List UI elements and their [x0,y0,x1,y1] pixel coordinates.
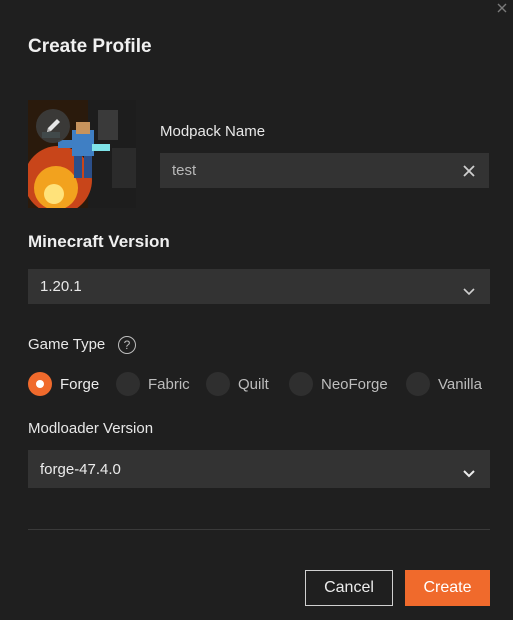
game-type-radio-group: Forge Fabric Quilt NeoForge Vanilla [28,372,498,398]
radio-button[interactable] [289,372,313,396]
radio-button[interactable] [116,372,140,396]
radio-label: NeoForge [321,375,388,393]
create-button[interactable]: Create [405,570,490,606]
radio-label: Quilt [238,375,269,393]
modpack-name-label: Modpack Name [160,123,266,140]
radio-label: Fabric [148,375,190,393]
divider [28,529,490,530]
minecraft-version-select[interactable]: 1.20.1 [28,269,490,304]
radio-vanilla[interactable]: Vanilla [406,372,482,396]
minecraft-version-value: 1.20.1 [40,278,82,295]
radio-label: Forge [60,375,100,393]
radio-neoforge[interactable]: NeoForge [289,372,388,396]
cancel-button[interactable]: Cancel [305,570,393,606]
chevron-down-icon [462,465,476,478]
modloader-version-label: Modloader Version [28,420,154,437]
help-icon[interactable]: ? [118,336,136,354]
radio-fabric[interactable]: Fabric [116,372,190,396]
game-type-label: Game Type [28,336,106,353]
modpack-name-field[interactable]: test [160,153,489,188]
chevron-down-icon [462,283,476,295]
edit-image-button[interactable] [36,109,70,143]
radio-forge[interactable]: Forge [28,372,99,396]
clear-icon[interactable] [461,163,477,179]
dialog-title: Create Profile [28,36,152,57]
radio-button[interactable] [406,372,430,396]
radio-label: Vanilla [438,375,482,393]
minecraft-version-label: Minecraft Version [28,232,170,251]
modloader-version-select[interactable]: forge-47.4.0 [28,450,490,488]
close-icon[interactable] [495,1,509,15]
modloader-version-value: forge-47.4.0 [40,460,121,478]
radio-button[interactable] [206,372,230,396]
pencil-icon [47,119,60,132]
radio-button-checked[interactable] [28,372,52,396]
modpack-name-value[interactable]: test [172,153,196,188]
radio-quilt[interactable]: Quilt [206,372,269,396]
